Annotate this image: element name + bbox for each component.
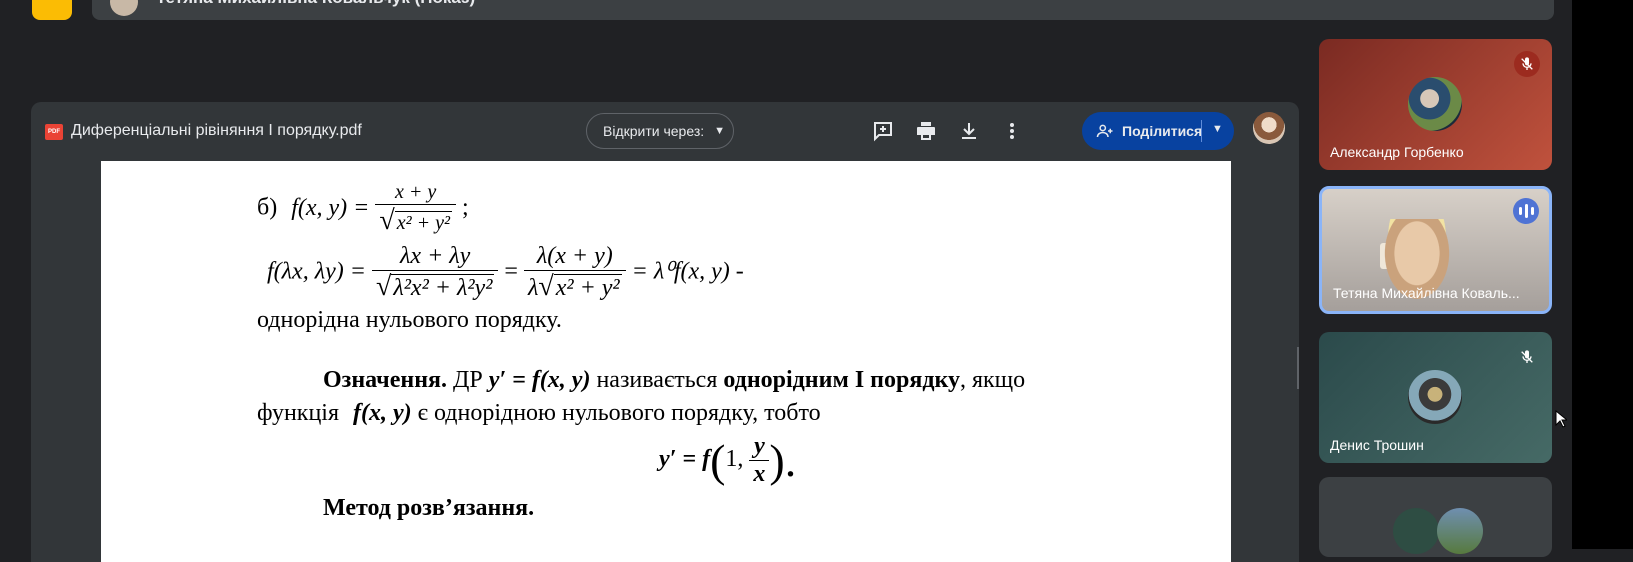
presenter-name: Тетяна Михайлівна Ковальчук (Показ) — [156, 0, 475, 8]
participant-tile[interactable]: Денис Трошин — [1319, 332, 1552, 463]
numerator: λx + λy — [371, 243, 499, 271]
homogeneous-formula: y′ = f(1, y x ). — [659, 433, 796, 488]
share-people-icon — [1096, 124, 1113, 138]
participant-avatar — [1408, 77, 1462, 131]
share-label: Поділитися — [1122, 123, 1203, 139]
mic-off-icon — [1514, 51, 1540, 77]
semicolon: ; — [461, 194, 469, 221]
scroll-handle[interactable] — [1297, 347, 1299, 389]
denominator: √ x² + y² — [379, 205, 452, 236]
radicand: x² + y² — [394, 211, 452, 234]
participant-tile-group[interactable] — [1319, 477, 1552, 557]
pdf-viewer: PDF Диференціальні рівіняння І порядку.p… — [31, 102, 1299, 562]
definition-term: однорідним І порядку — [723, 367, 960, 393]
definition-title: Означення. — [323, 367, 448, 393]
function-line: функція f(x, y) є однорідною нульового п… — [257, 400, 821, 427]
radicand: x² + y² — [553, 274, 622, 301]
text-line-3: однорідна нульового порядку. — [257, 307, 562, 333]
mouse-pointer-icon — [1555, 410, 1567, 428]
function-description: є однорідною нульового порядку, тобто — [417, 400, 821, 426]
owner-avatar[interactable] — [1253, 112, 1285, 144]
download-icon[interactable] — [957, 119, 981, 143]
radicand: λ²x² + λ²y² — [391, 274, 495, 301]
add-comment-icon[interactable] — [871, 119, 895, 143]
open-with-label: Відкрити через: — [603, 123, 705, 139]
chevron-down-icon: ▼ — [714, 125, 726, 137]
formula-lhs: y′ = f — [659, 446, 711, 473]
open-with-button[interactable]: Відкрити через: ▼ — [586, 113, 734, 149]
share-button[interactable]: Поділитися ▼ — [1082, 112, 1234, 150]
participant-avatar — [1408, 370, 1462, 424]
pdf-page: б) f(x, y) = x + y √ x² + y² ; f(λx, λy) … — [101, 161, 1231, 562]
mic-off-icon — [1514, 344, 1540, 370]
numerator: y — [749, 433, 770, 461]
definition-line: Означення. ДР y′ = f(x, y) називається о… — [323, 367, 1025, 394]
formula-lhs: f(x, y) = — [291, 194, 370, 221]
equals-sign: = — [504, 258, 518, 285]
definition-equation: y′ = f(x, y) — [488, 367, 591, 393]
denominator: λ√x² + y² — [527, 271, 622, 302]
viewer-header: PDF Диференціальні рівіняння І порядку.p… — [31, 102, 1299, 160]
definition-dr: ДР — [453, 367, 483, 393]
formula-lhs: f(λx, λy) = — [267, 258, 366, 285]
participant-name: Александр Горбенко — [1330, 144, 1464, 160]
speaking-indicator-icon — [1513, 198, 1539, 224]
participant-tile[interactable]: Александр Горбенко — [1319, 39, 1552, 170]
chevron-down-icon[interactable]: ▼ — [1212, 123, 1223, 135]
pdf-file-icon: PDF — [45, 124, 63, 140]
paren-open: ( — [710, 435, 726, 486]
method-heading: Метод розв’язання. — [323, 495, 535, 521]
presentation-bar: Тетяна Михайлівна Ковальчук (Показ) — [92, 0, 1554, 20]
participant-avatar — [1437, 508, 1483, 554]
file-name: Диференціальні рівіняння І порядку.pdf — [71, 122, 362, 139]
item-label: б) — [257, 194, 278, 221]
fraction: x + y √ x² + y² — [375, 181, 456, 237]
lambda-factor: λ — [527, 275, 539, 301]
share-divider — [1201, 120, 1202, 142]
participant-name: Тетяна Михайлівна Коваль... — [1333, 285, 1520, 301]
formula-line-b: б) f(x, y) = x + y √ x² + y² ; — [257, 181, 469, 237]
participant-name: Денис Трошин — [1330, 437, 1424, 453]
participant-tile-active[interactable]: Тетяна Михайлівна Коваль... — [1319, 186, 1552, 314]
denominator: √λ²x² + λ²y² — [375, 271, 495, 302]
fraction: y x — [749, 433, 770, 488]
activities-button[interactable] — [32, 0, 72, 20]
formula-line-2: f(λx, λy) = λx + λy √λ²x² + λ²y² = λ(x +… — [267, 243, 744, 303]
numerator: x + y — [375, 181, 456, 205]
function-expression: f(x, y) — [353, 400, 412, 426]
participant-avatar — [1393, 508, 1439, 554]
fraction: λ(x + y) λ√x² + y² — [523, 243, 626, 303]
print-icon[interactable] — [914, 119, 938, 143]
fraction: λx + λy √λ²x² + λ²y² — [371, 243, 499, 303]
formula-rhs: = λ⁰f(x, y) - — [631, 258, 744, 285]
definition-verb: називається — [596, 367, 718, 393]
definition-end: , якщо — [959, 367, 1026, 393]
more-vert-icon[interactable] — [1000, 119, 1024, 143]
denominator: x — [753, 461, 766, 487]
paren-close: ). — [769, 435, 797, 486]
function-word: функція — [257, 400, 340, 426]
screen-edge — [1572, 0, 1633, 549]
presenter-avatar — [110, 0, 138, 16]
formula-one: 1, — [725, 446, 744, 473]
numerator: λ(x + y) — [523, 243, 626, 271]
